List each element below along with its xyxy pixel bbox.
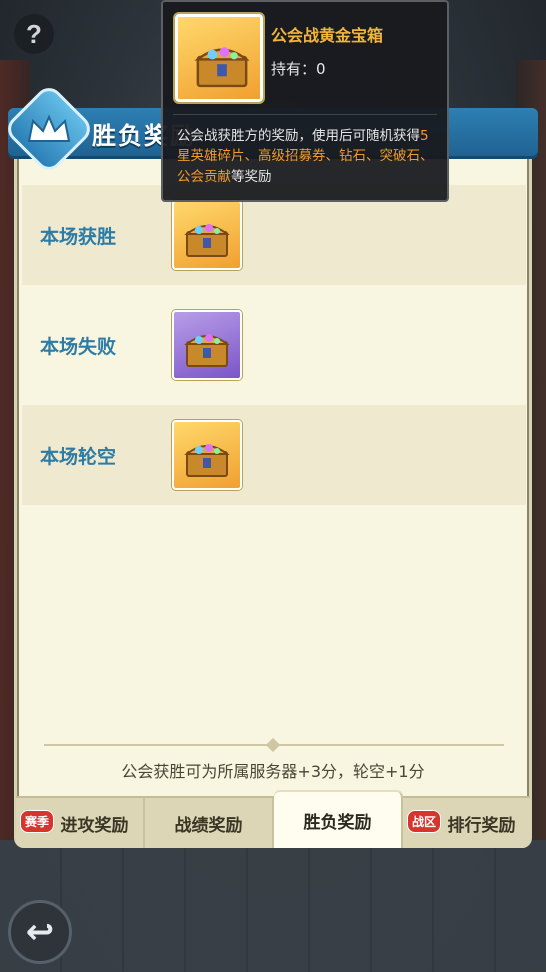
back-button[interactable]: ↩ <box>8 900 72 964</box>
item-tooltip: 公会战黄金宝箱 持有：0 公会战获胜方的奖励，使用后可随机获得5星英雄碎片、高级… <box>161 0 449 202</box>
row-label: 本场失败 <box>40 335 117 358</box>
help-button[interactable]: ? <box>14 14 54 54</box>
row-label: 本场轮空 <box>40 445 117 468</box>
gold-chest-reward[interactable] <box>172 200 242 270</box>
tooltip-owned-count: 持有：0 <box>271 60 326 78</box>
zone-badge: 战区 <box>407 810 442 833</box>
help-icon: ? <box>26 18 42 49</box>
tab-label: 战绩奖励 <box>174 815 243 836</box>
purple-chest-reward[interactable] <box>172 310 242 380</box>
desc-text-end: 等奖励 <box>231 168 272 185</box>
gold-chest-reward[interactable] <box>172 420 242 490</box>
tooltip-item-icon <box>175 14 263 102</box>
tab-win-loss-rewards[interactable]: 胜负奖励 <box>274 792 403 848</box>
tab-record-rewards[interactable]: 战绩奖励 <box>145 798 274 848</box>
chest-icon <box>184 444 230 477</box>
list-item: 本场轮空 <box>22 405 526 505</box>
chest-icon <box>194 47 250 88</box>
row-label: 本场获胜 <box>40 225 117 248</box>
reward-list: 本场获胜 本场失败 本场轮空 <box>22 185 526 505</box>
list-item: 本场失败 <box>22 295 526 395</box>
chest-icon <box>184 334 230 367</box>
back-arrow-icon: ↩ <box>25 912 55 952</box>
chest-icon <box>184 224 230 257</box>
tab-bar: 赛季 进攻奖励 战绩奖励 胜负奖励 战区 排行奖励 <box>16 792 530 848</box>
tab-label: 胜负奖励 <box>303 812 372 833</box>
tooltip-item-name: 公会战黄金宝箱 <box>271 26 384 45</box>
tab-attack-rewards[interactable]: 赛季 进攻奖励 <box>16 798 145 848</box>
tooltip-divider <box>173 114 437 115</box>
desc-text: 公会战获胜方的奖励，使用后可随机获得 <box>177 128 420 144</box>
crown-icon <box>27 114 71 142</box>
tooltip-description: 公会战获胜方的奖励，使用后可随机获得5星英雄碎片、高级招募券、钻石、突破石、公会… <box>177 126 439 187</box>
tab-ranking-rewards[interactable]: 战区 排行奖励 <box>403 798 530 848</box>
season-badge: 赛季 <box>20 810 55 833</box>
footer-note: 公会获胜可为所属服务器+3分，轮空+1分 <box>121 762 425 781</box>
background-floor <box>0 840 546 972</box>
